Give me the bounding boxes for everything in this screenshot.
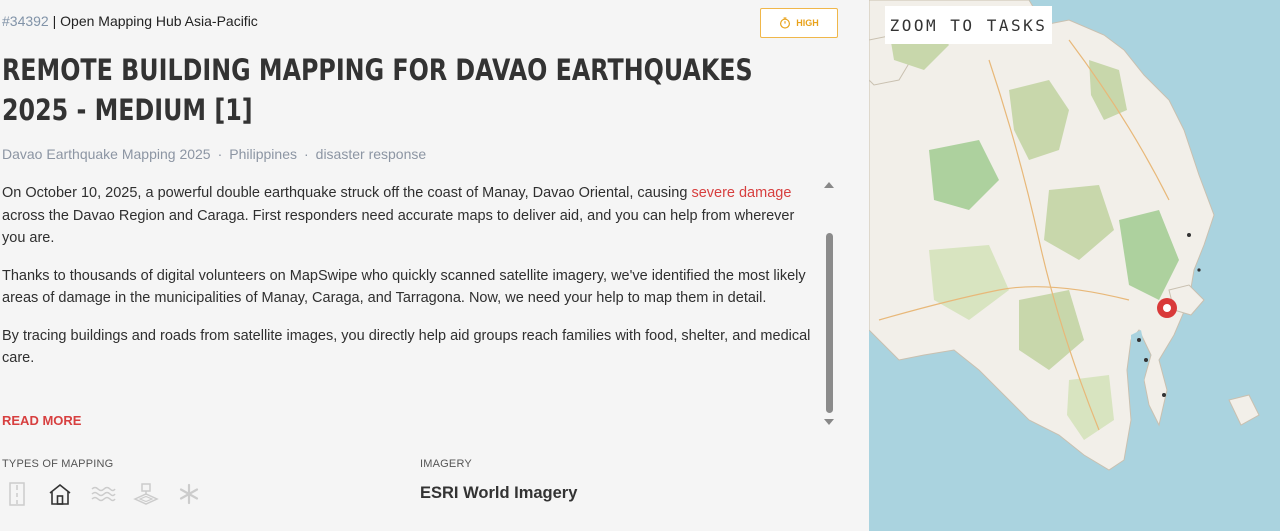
project-description: On October 10, 2025, a powerful double e… <box>2 182 814 385</box>
priority-badge: HIGH <box>760 8 838 38</box>
tag-interest[interactable]: disaster response <box>316 146 427 162</box>
description-paragraph: On October 10, 2025, a powerful double e… <box>2 185 795 246</box>
types-of-mapping-label: TYPES OF MAPPING <box>2 458 114 470</box>
scrollbar-thumb[interactable] <box>826 233 833 413</box>
scroll-down-arrow[interactable] <box>824 419 834 425</box>
mapping-types-list <box>4 481 202 507</box>
project-title: REMOTE BUILDING MAPPING FOR DAVAO EARTHQ… <box>2 53 753 127</box>
project-id: #34392 <box>2 13 49 29</box>
stopwatch-icon <box>780 17 791 29</box>
description-paragraph: By tracing buildings and roads from sate… <box>2 327 811 367</box>
description-paragraph: Thanks to thousands of digital volunteer… <box>2 267 806 307</box>
tag-separator: · <box>217 146 223 162</box>
imagery-value: ESRI World Imagery <box>420 484 578 502</box>
land-use-icon <box>133 481 159 507</box>
project-details-panel: #34392 | Open Mapping Hub Asia-Pacific H… <box>0 0 869 531</box>
buildings-icon <box>47 481 73 507</box>
roads-icon <box>4 481 30 507</box>
severe-damage-link[interactable]: severe damage <box>691 185 791 201</box>
imagery-label: IMAGERY <box>420 458 472 470</box>
header-separator: | <box>52 13 57 29</box>
priority-label: HIGH <box>796 18 819 28</box>
read-more-link[interactable]: READ MORE <box>2 413 81 428</box>
waterways-icon <box>90 481 116 507</box>
organisation-name: Open Mapping Hub Asia-Pacific <box>60 13 258 29</box>
scroll-up-arrow[interactable] <box>824 182 834 188</box>
other-icon <box>176 481 202 507</box>
map-basemap <box>869 0 1260 471</box>
project-header-line: #34392 | Open Mapping Hub Asia-Pacific <box>2 13 258 29</box>
tag-separator: · <box>303 146 309 162</box>
tag-campaign[interactable]: Davao Earthquake Mapping 2025 <box>2 146 211 162</box>
project-map[interactable]: ZOOM TO TASKS <box>869 0 1280 531</box>
tag-country[interactable]: Philippines <box>229 146 297 162</box>
project-tags: Davao Earthquake Mapping 2025 · Philippi… <box>2 146 426 162</box>
zoom-to-tasks-button[interactable]: ZOOM TO TASKS <box>885 6 1052 44</box>
